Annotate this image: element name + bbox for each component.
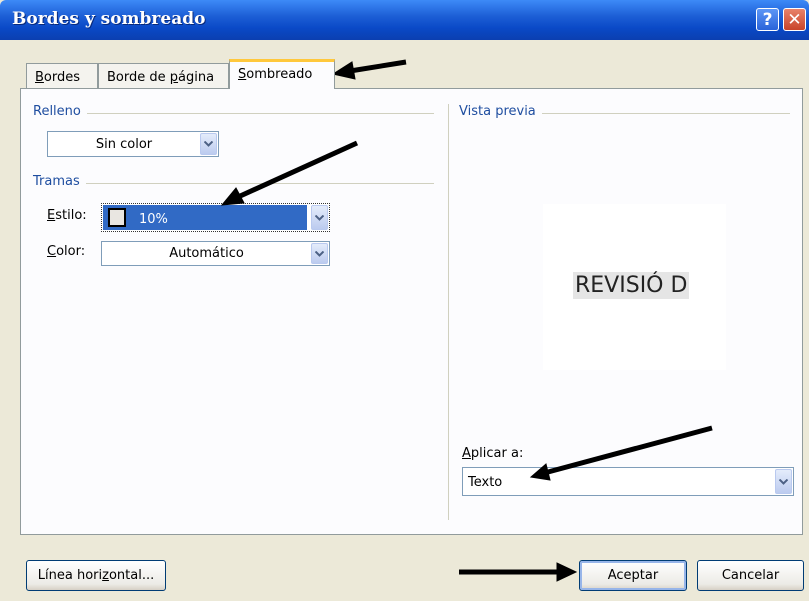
tramas-group-label: Tramas <box>33 174 86 189</box>
apply-label: Aplicar a: <box>462 446 524 461</box>
window-title: Bordes y sombreado <box>12 9 206 29</box>
relleno-divider <box>34 113 434 114</box>
tab-borde-de-pagina[interactable]: Borde de página <box>98 63 229 89</box>
tab-bordes[interactable]: Bordes <box>26 63 98 89</box>
chevron-down-icon[interactable] <box>311 205 328 230</box>
tramas-divider <box>34 183 434 184</box>
chevron-down-icon[interactable] <box>311 243 328 264</box>
color-label: Color: <box>47 244 86 259</box>
relleno-group-label: Relleno <box>33 104 87 119</box>
horizontal-line-button[interactable]: Línea hori z ontal... <box>26 560 166 591</box>
pattern-swatch <box>108 208 126 227</box>
apply-select[interactable]: Texto <box>462 467 794 496</box>
color-value: Automático <box>169 246 244 261</box>
preview-group-label: Vista previa <box>459 104 542 119</box>
close-button[interactable]: ✕ <box>783 8 806 31</box>
vertical-separator <box>448 104 449 520</box>
estilo-selected-bar <box>103 205 307 230</box>
preview-sample-text: REVISIÓ D <box>573 272 690 299</box>
relleno-select[interactable]: Sin color <box>47 131 219 157</box>
accept-button[interactable]: Aceptar <box>579 560 687 591</box>
chevron-down-icon[interactable] <box>200 133 217 155</box>
arrow-icon <box>331 59 407 80</box>
color-select[interactable]: Automático <box>101 241 330 266</box>
relleno-value: Sin color <box>95 136 153 152</box>
title-bar: Bordes y sombreado ? ✕ <box>0 0 809 40</box>
estilo-select[interactable]: 10% <box>101 203 330 232</box>
close-icon: ✕ <box>787 10 802 30</box>
cancel-button[interactable]: Cancelar <box>697 560 804 591</box>
help-button[interactable]: ? <box>756 8 779 31</box>
tab-sombreado[interactable]: Sombreado <box>229 59 335 89</box>
chevron-down-icon[interactable] <box>775 469 792 494</box>
arrow-icon <box>459 562 578 582</box>
estilo-value: 10% <box>139 212 168 227</box>
apply-value: Texto <box>468 475 503 490</box>
estilo-label: Estilo: <box>47 208 87 223</box>
